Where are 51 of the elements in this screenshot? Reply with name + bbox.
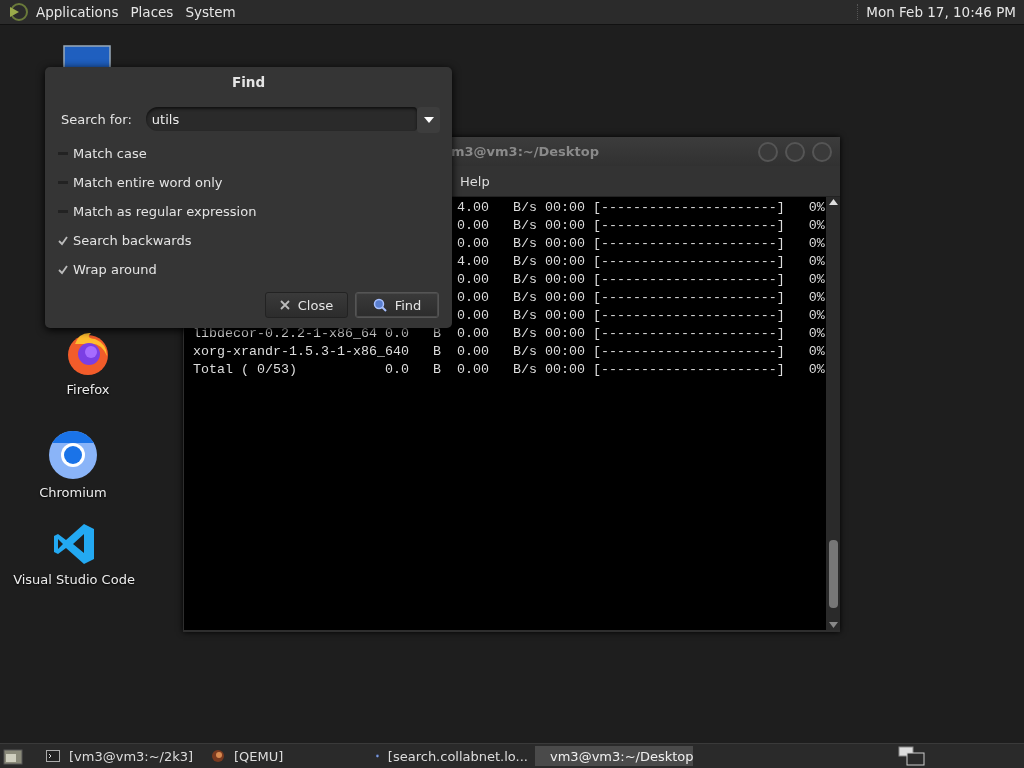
terminal-line: libdecor-0.2.2-1-x86_64 0.0 B 0.00 B/s 00:00 [----------------------] 0%: [193, 325, 825, 343]
caret-icon: [423, 117, 434, 123]
terminal-line: 4.00 B/s 00:00 [----------------------] 0%: [456, 199, 825, 217]
terminal-line: 0.00 B/s 00:00 [----------------------] 0%: [456, 235, 825, 253]
chromium-icon[interactable]: [49, 431, 97, 479]
show-desktop-icon[interactable]: [3, 747, 23, 765]
taskbar-button[interactable]: [QEMU]: [205, 746, 363, 766]
checkbox[interactable]: [58, 264, 68, 275]
icon-label[interactable]: Chromium: [39, 485, 107, 500]
terminal-line: 0.00 B/s 00:00 [----------------------] 0%: [456, 271, 825, 289]
close-button[interactable]: Close: [265, 292, 348, 318]
taskbar-button[interactable]: [search.collabnet.lo...: [370, 746, 528, 766]
window-title: m3@vm3:~/Desktop: [451, 144, 600, 159]
code-editor-icon[interactable]: [52, 522, 96, 566]
panel-menu[interactable]: Applications: [30, 4, 125, 20]
field-label: Search for:: [61, 111, 132, 127]
option-label: Search backwards: [73, 233, 192, 248]
close-icon: [279, 300, 290, 310]
terminal-line: 0.00 B/s 00:00 [----------------------] 0%: [456, 289, 825, 307]
terminal-line: 0.00 B/s 00:00 [----------------------] 0%: [456, 217, 825, 235]
panel-menu[interactable]: System: [179, 4, 242, 20]
terminal-line: 0.00 B/s 00:00 [----------------------] 0%: [456, 307, 825, 325]
clock[interactable]: Mon Feb 17, 10:46 PM: [857, 4, 1024, 20]
panel-menu[interactable]: Places: [124, 4, 180, 20]
option-label: Wrap around: [73, 262, 157, 277]
option-label: Match as regular expression: [73, 204, 257, 219]
terminal-line: xorg-xrandr-1.5.3-1-x86_640 B 0.00 B/s 00:00 [----------------------] 0%: [193, 343, 825, 361]
icon-label[interactable]: Visual Studio Code: [13, 572, 135, 587]
scrollbar[interactable]: [826, 197, 840, 630]
workspace-switcher-icon[interactable]: [898, 746, 926, 766]
terminal-line: 4.00 B/s 00:00 [----------------------] 0%: [456, 253, 825, 271]
taskbar-button[interactable]: [vm3@vm3:~/2k3]: [40, 746, 198, 766]
taskbar-button[interactable]: vm3@vm3:~/Desktop: [535, 746, 693, 766]
scroll-down-icon[interactable]: [828, 622, 838, 628]
option-label: Match case: [73, 146, 147, 161]
checkbox[interactable]: [58, 235, 68, 246]
app-icon: [211, 749, 225, 763]
dropdown-button[interactable]: [417, 107, 440, 133]
scroll-thumb[interactable]: [828, 540, 838, 608]
menu-item[interactable]: Help: [460, 173, 490, 189]
search-icon: [372, 298, 387, 312]
find-button[interactable]: Find: [355, 292, 439, 318]
option-label: Match entire word only: [73, 175, 223, 190]
search-field[interactable]: utils: [145, 107, 417, 131]
terminal-line: Total ( 0/53) 0.0 B 0.00 B/s 00:00 [----------------------] 0%: [193, 361, 825, 379]
terminal-icon: [46, 750, 60, 762]
scroll-up-icon[interactable]: [828, 199, 838, 205]
dialog-title: Find: [230, 73, 267, 92]
icon-label[interactable]: Firefox: [66, 382, 110, 397]
firefox-icon[interactable]: [65, 330, 111, 376]
distro-logo-icon[interactable]: [8, 2, 28, 22]
